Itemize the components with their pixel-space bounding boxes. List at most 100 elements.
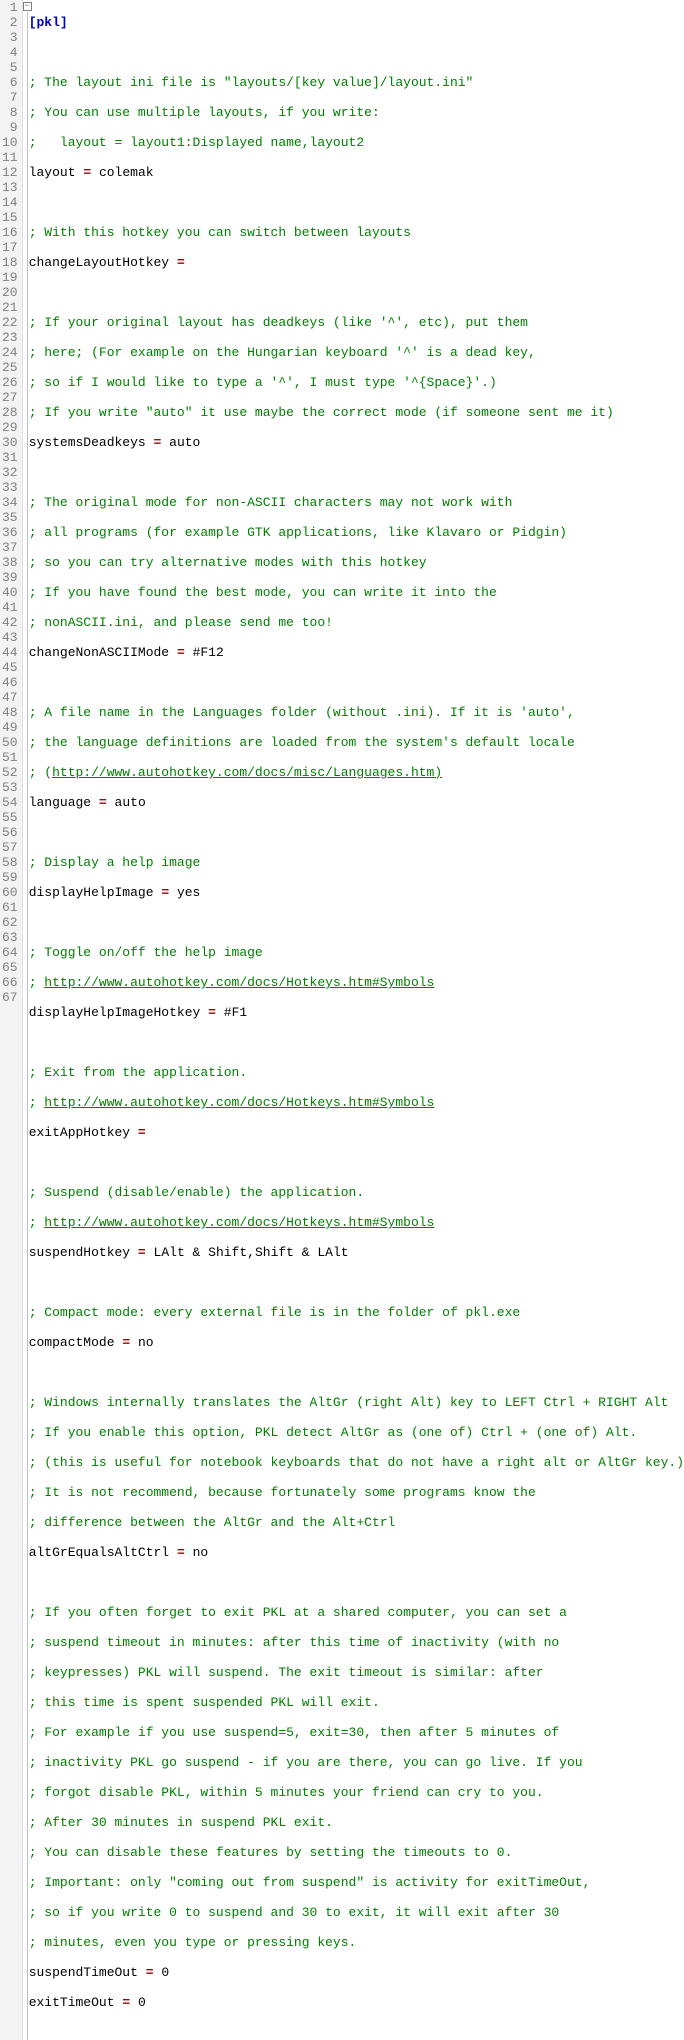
- code-content[interactable]: [pkl] ; The layout ini file is "layouts/…: [27, 0, 684, 2040]
- comment: ; If your original layout has deadkeys (…: [29, 315, 528, 330]
- comment: ; nonASCII.ini, and please send me too!: [29, 615, 333, 630]
- url-link[interactable]: http://www.autohotkey.com/docs/Hotkeys.h…: [44, 1215, 434, 1230]
- line-number: 11: [2, 150, 18, 165]
- line-number: 14: [2, 195, 18, 210]
- line-number: 33: [2, 480, 18, 495]
- line-number: 17: [2, 240, 18, 255]
- line-number: 2: [2, 15, 18, 30]
- line-number: 1: [2, 0, 18, 15]
- line-number: 21: [2, 300, 18, 315]
- equals-op: =: [122, 1995, 130, 2010]
- comment: ; Compact mode: every external file is i…: [29, 1305, 520, 1320]
- equals-op: =: [154, 435, 162, 450]
- prop-key: suspendTimeOut: [29, 1965, 138, 1980]
- line-number: 18: [2, 255, 18, 270]
- prop-key: exitTimeOut: [29, 1995, 115, 2010]
- comment: ; After 30 minutes in suspend PKL exit.: [29, 1815, 333, 1830]
- comment: ; If you have found the best mode, you c…: [29, 585, 497, 600]
- comment: ; keypresses) PKL will suspend. The exit…: [29, 1665, 544, 1680]
- comment: ; the language definitions are loaded fr…: [29, 735, 575, 750]
- comment: ; forgot disable PKL, within 5 minutes y…: [29, 1785, 544, 1800]
- line-number: 39: [2, 570, 18, 585]
- comment: ; You can use multiple layouts, if you w…: [29, 105, 380, 120]
- line-number: 31: [2, 450, 18, 465]
- line-number: 43: [2, 630, 18, 645]
- line-number: 53: [2, 780, 18, 795]
- line-number: 55: [2, 810, 18, 825]
- line-number: 28: [2, 405, 18, 420]
- equals-op: =: [83, 165, 91, 180]
- prop-key: altGrEqualsAltCtrl: [29, 1545, 169, 1560]
- line-number: 41: [2, 600, 18, 615]
- line-number: 40: [2, 585, 18, 600]
- comment: ; If you often forget to exit PKL at a s…: [29, 1605, 567, 1620]
- line-number: 15: [2, 210, 18, 225]
- prop-val: auto: [115, 795, 146, 810]
- line-number: 61: [2, 900, 18, 915]
- line-number: 27: [2, 390, 18, 405]
- fold-toggle-icon[interactable]: −: [23, 2, 32, 11]
- line-number: 54: [2, 795, 18, 810]
- prop-key: compactMode: [29, 1335, 115, 1350]
- prop-key: layout: [29, 165, 76, 180]
- line-number: 48: [2, 705, 18, 720]
- comment: ; If you write "auto" it use maybe the c…: [29, 405, 614, 420]
- comment: ; all programs (for example GTK applicat…: [29, 525, 567, 540]
- equals-op: =: [122, 1335, 130, 1350]
- line-number-gutter: 1234567891011121314151617181920212223242…: [0, 0, 23, 2040]
- code-editor: 1234567891011121314151617181920212223242…: [0, 0, 684, 2040]
- line-number: 34: [2, 495, 18, 510]
- prop-val: #F12: [193, 645, 224, 660]
- line-number: 67: [2, 990, 18, 1005]
- line-number: 65: [2, 960, 18, 975]
- comment: ; inactivity PKL go suspend - if you are…: [29, 1755, 583, 1770]
- line-number: 60: [2, 885, 18, 900]
- line-number: 44: [2, 645, 18, 660]
- prop-val: 0: [138, 1995, 146, 2010]
- comment: ; With this hotkey you can switch betwee…: [29, 225, 411, 240]
- line-number: 24: [2, 345, 18, 360]
- line-number: 16: [2, 225, 18, 240]
- line-number: 46: [2, 675, 18, 690]
- equals-op: =: [177, 1545, 185, 1560]
- line-number: 45: [2, 660, 18, 675]
- comment: ; this time is spent suspended PKL will …: [29, 1695, 380, 1710]
- line-number: 49: [2, 720, 18, 735]
- comment: ; For example if you use suspend=5, exit…: [29, 1725, 560, 1740]
- line-number: 38: [2, 555, 18, 570]
- line-number: 57: [2, 840, 18, 855]
- line-number: 29: [2, 420, 18, 435]
- comment: ; A file name in the Languages folder (w…: [29, 705, 575, 720]
- comment: ; Toggle on/off the help image: [29, 945, 263, 960]
- prop-key: language: [29, 795, 91, 810]
- line-number: 6: [2, 75, 18, 90]
- line-number: 26: [2, 375, 18, 390]
- comment: ;: [29, 1095, 45, 1110]
- url-link[interactable]: http://www.autohotkey.com/docs/Hotkeys.h…: [44, 1095, 434, 1110]
- comment: ; The original mode for non-ASCII charac…: [29, 495, 513, 510]
- line-number: 32: [2, 465, 18, 480]
- line-number: 62: [2, 915, 18, 930]
- equals-op: =: [161, 885, 169, 900]
- comment: ; Display a help image: [29, 855, 201, 870]
- line-number: 50: [2, 735, 18, 750]
- prop-key: systemsDeadkeys: [29, 435, 146, 450]
- comment: ; so if I would like to type a '^', I mu…: [29, 375, 497, 390]
- line-number: 7: [2, 90, 18, 105]
- comment: ; The layout ini file is "layouts/[key v…: [29, 75, 474, 90]
- url-link[interactable]: http://www.autohotkey.com/docs/Hotkeys.h…: [44, 975, 434, 990]
- equals-op: =: [138, 1245, 146, 1260]
- comment: ;: [29, 975, 45, 990]
- comment: ; (this is useful for notebook keyboards…: [29, 1455, 684, 1470]
- prop-key: changeNonASCIIMode: [29, 645, 169, 660]
- comment: ; If you enable this option, PKL detect …: [29, 1425, 638, 1440]
- prop-val: LAlt & Shift,Shift & LAlt: [154, 1245, 349, 1260]
- line-number: 35: [2, 510, 18, 525]
- line-number: 10: [2, 135, 18, 150]
- comment: ; here; (For example on the Hungarian ke…: [29, 345, 536, 360]
- comment: ; layout = layout1:Displayed name,layout…: [29, 135, 364, 150]
- line-number: 58: [2, 855, 18, 870]
- equals-op: =: [177, 645, 185, 660]
- comment: ; so if you write 0 to suspend and 30 to…: [29, 1905, 560, 1920]
- url-link[interactable]: http://www.autohotkey.com/docs/misc/Lang…: [52, 765, 442, 780]
